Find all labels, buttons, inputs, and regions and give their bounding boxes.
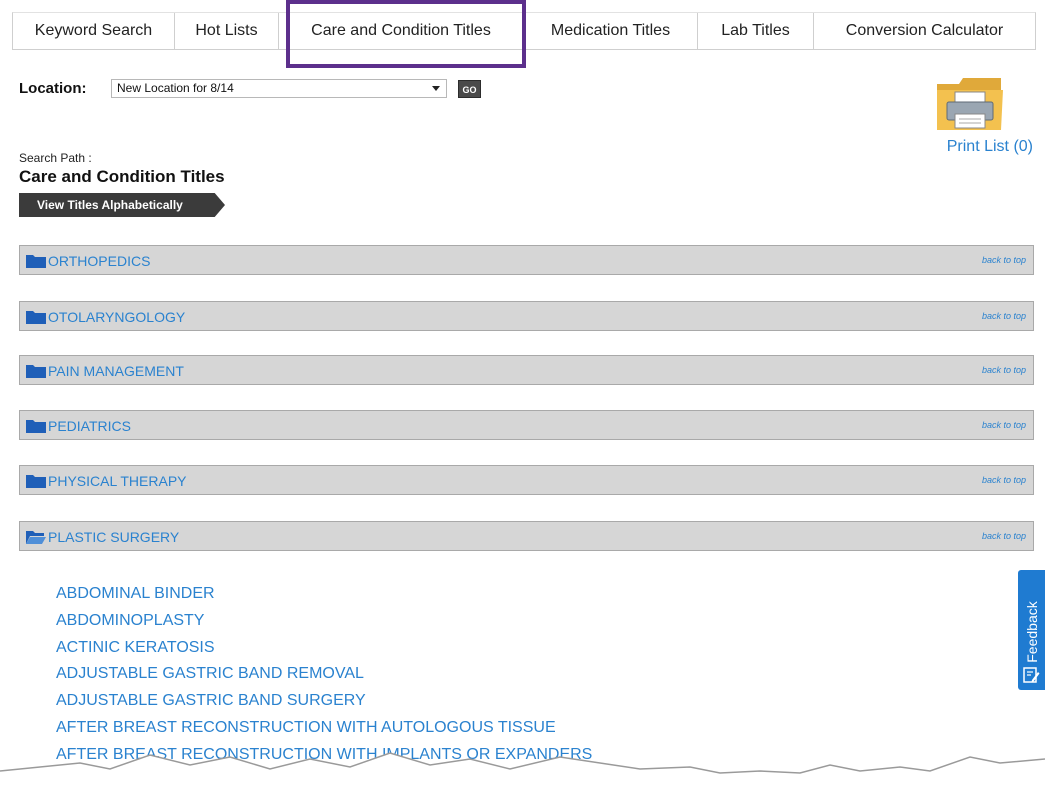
- folder-open-icon: [26, 531, 46, 544]
- title-link-gastric-band-removal[interactable]: ADJUSTABLE GASTRIC BAND REMOVAL: [56, 661, 592, 688]
- back-to-top-link[interactable]: back to top: [982, 311, 1026, 321]
- title-link-gastric-band-surgery[interactable]: ADJUSTABLE GASTRIC BAND SURGERY: [56, 688, 592, 715]
- category-name[interactable]: PLASTIC SURGERY: [48, 529, 179, 545]
- category-bar-otolaryngology[interactable]: OTOLARYNGOLOGY back to top: [19, 301, 1034, 331]
- back-to-top-link[interactable]: back to top: [982, 365, 1026, 375]
- location-selected-value: New Location for 8/14: [117, 81, 234, 95]
- feedback-label: Feedback: [1024, 601, 1040, 663]
- folder-closed-icon: [26, 255, 46, 268]
- back-to-top-link[interactable]: back to top: [982, 255, 1026, 265]
- title-link-abdominal-binder[interactable]: ABDOMINAL BINDER: [56, 581, 592, 608]
- category-bar-plastic-surgery[interactable]: PLASTIC SURGERY back to top: [19, 521, 1034, 551]
- tab-conversion-calculator[interactable]: Conversion Calculator: [814, 13, 1035, 49]
- category-name[interactable]: PEDIATRICS: [48, 418, 131, 434]
- location-label: Location:: [19, 80, 87, 97]
- category-bar-physical-therapy[interactable]: PHYSICAL THERAPY back to top: [19, 465, 1034, 495]
- tab-lab-titles[interactable]: Lab Titles: [698, 13, 814, 49]
- printer-folder-icon[interactable]: [935, 74, 1005, 134]
- location-select[interactable]: New Location for 8/14: [111, 79, 447, 98]
- title-link-actinic-keratosis[interactable]: ACTINIC KERATOSIS: [56, 635, 592, 662]
- title-list: ABDOMINAL BINDER ABDOMINOPLASTY ACTINIC …: [56, 581, 592, 769]
- main-tab-bar: Keyword Search Hot Lists Care and Condit…: [12, 12, 1036, 50]
- go-button[interactable]: GO: [458, 80, 481, 98]
- search-path-title: Care and Condition Titles: [19, 167, 225, 186]
- feedback-edit-icon: [1023, 667, 1040, 683]
- back-to-top-link[interactable]: back to top: [982, 475, 1026, 485]
- print-list-link[interactable]: Print List (0): [947, 138, 1033, 156]
- tab-medication-titles[interactable]: Medication Titles: [524, 13, 698, 49]
- folder-closed-icon: [26, 365, 46, 378]
- category-bar-pain-management[interactable]: PAIN MANAGEMENT back to top: [19, 355, 1034, 385]
- category-bar-pediatrics[interactable]: PEDIATRICS back to top: [19, 410, 1034, 440]
- category-name[interactable]: PHYSICAL THERAPY: [48, 473, 187, 489]
- back-to-top-link[interactable]: back to top: [982, 531, 1026, 541]
- tab-care-condition-titles[interactable]: Care and Condition Titles: [279, 13, 524, 49]
- feedback-tab[interactable]: Feedback: [1018, 570, 1045, 690]
- tab-keyword-search[interactable]: Keyword Search: [13, 13, 175, 49]
- title-link-breast-recon-autologous[interactable]: AFTER BREAST RECONSTRUCTION WITH AUTOLOG…: [56, 715, 592, 742]
- category-name[interactable]: ORTHOPEDICS: [48, 253, 150, 269]
- view-titles-alphabetically-button[interactable]: View Titles Alphabetically: [19, 193, 225, 217]
- category-name[interactable]: OTOLARYNGOLOGY: [48, 309, 185, 325]
- category-bar-orthopedics[interactable]: ORTHOPEDICS back to top: [19, 245, 1034, 275]
- dropdown-caret-icon: [432, 86, 440, 91]
- tab-hot-lists[interactable]: Hot Lists: [175, 13, 279, 49]
- folder-closed-icon: [26, 475, 46, 488]
- folder-closed-icon: [26, 420, 46, 433]
- torn-edge-decoration: [0, 752, 1045, 785]
- folder-closed-icon: [26, 311, 46, 324]
- title-link-abdominoplasty[interactable]: ABDOMINOPLASTY: [56, 608, 592, 635]
- search-path-label: Search Path :: [19, 151, 92, 165]
- back-to-top-link[interactable]: back to top: [982, 420, 1026, 430]
- category-name[interactable]: PAIN MANAGEMENT: [48, 363, 184, 379]
